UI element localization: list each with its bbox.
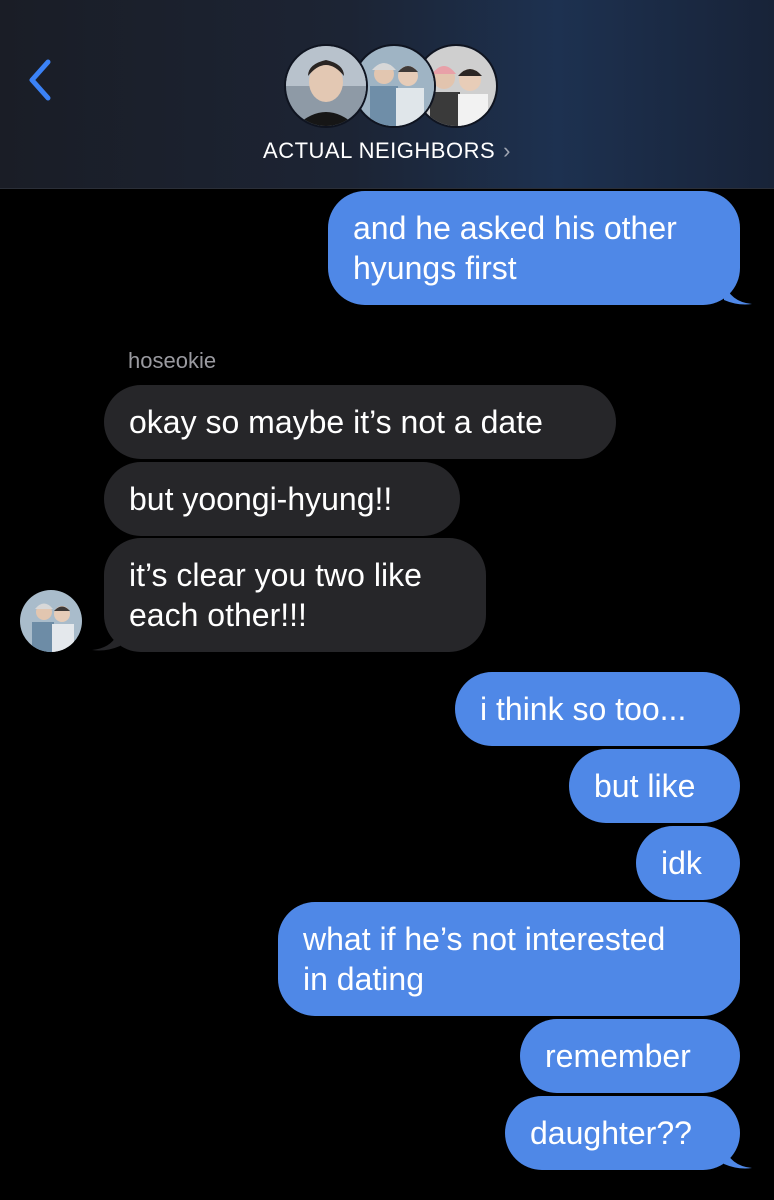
- message-text: but yoongi-hyung!!: [129, 481, 393, 517]
- bubble-tail: [724, 1146, 752, 1169]
- message-text: remember: [545, 1038, 691, 1074]
- message-bubble-outgoing[interactable]: i think so too...: [455, 672, 740, 746]
- avatar: [284, 44, 368, 128]
- message-text: daughter??: [530, 1115, 692, 1151]
- back-button[interactable]: [20, 52, 64, 108]
- message-bubble-outgoing[interactable]: remember: [520, 1019, 740, 1093]
- chevron-right-icon: ›: [503, 138, 511, 163]
- message-bubble-outgoing[interactable]: idk: [636, 826, 740, 900]
- group-avatars[interactable]: [284, 44, 498, 130]
- message-bubble-outgoing[interactable]: but like: [569, 749, 740, 823]
- message-text: idk: [661, 845, 702, 881]
- message-bubble-outgoing[interactable]: daughter??: [505, 1096, 740, 1170]
- message-bubble-incoming[interactable]: it’s clear you two like each other!!!: [104, 538, 486, 652]
- message-text: i think so too...: [480, 691, 687, 727]
- bubble-tail: [724, 282, 752, 305]
- chevron-left-icon: [29, 59, 51, 101]
- message-bubble-outgoing[interactable]: and he asked his other hyungs first: [328, 191, 740, 305]
- message-text: okay so maybe it’s not a date: [129, 404, 543, 440]
- bubble-tail: [92, 628, 120, 651]
- message-text: but like: [594, 768, 696, 804]
- sender-name: hoseokie: [128, 348, 217, 373]
- message-text: and he asked his other hyungs first: [353, 210, 677, 286]
- message-text: it’s clear you two like each other!!!: [129, 557, 422, 633]
- message-bubble-outgoing[interactable]: what if he’s not interested in dating: [278, 902, 740, 1016]
- conversation-title[interactable]: ACTUAL NEIGHBORS ›: [0, 138, 774, 164]
- avatar[interactable]: [20, 590, 82, 652]
- conversation-header: ACTUAL NEIGHBORS ›: [0, 0, 774, 189]
- message-bubble-incoming[interactable]: okay so maybe it’s not a date: [104, 385, 616, 459]
- message-bubble-incoming[interactable]: but yoongi-hyung!!: [104, 462, 460, 536]
- conversation-title-text: ACTUAL NEIGHBORS: [263, 138, 496, 163]
- message-text: what if he’s not interested in dating: [303, 921, 666, 997]
